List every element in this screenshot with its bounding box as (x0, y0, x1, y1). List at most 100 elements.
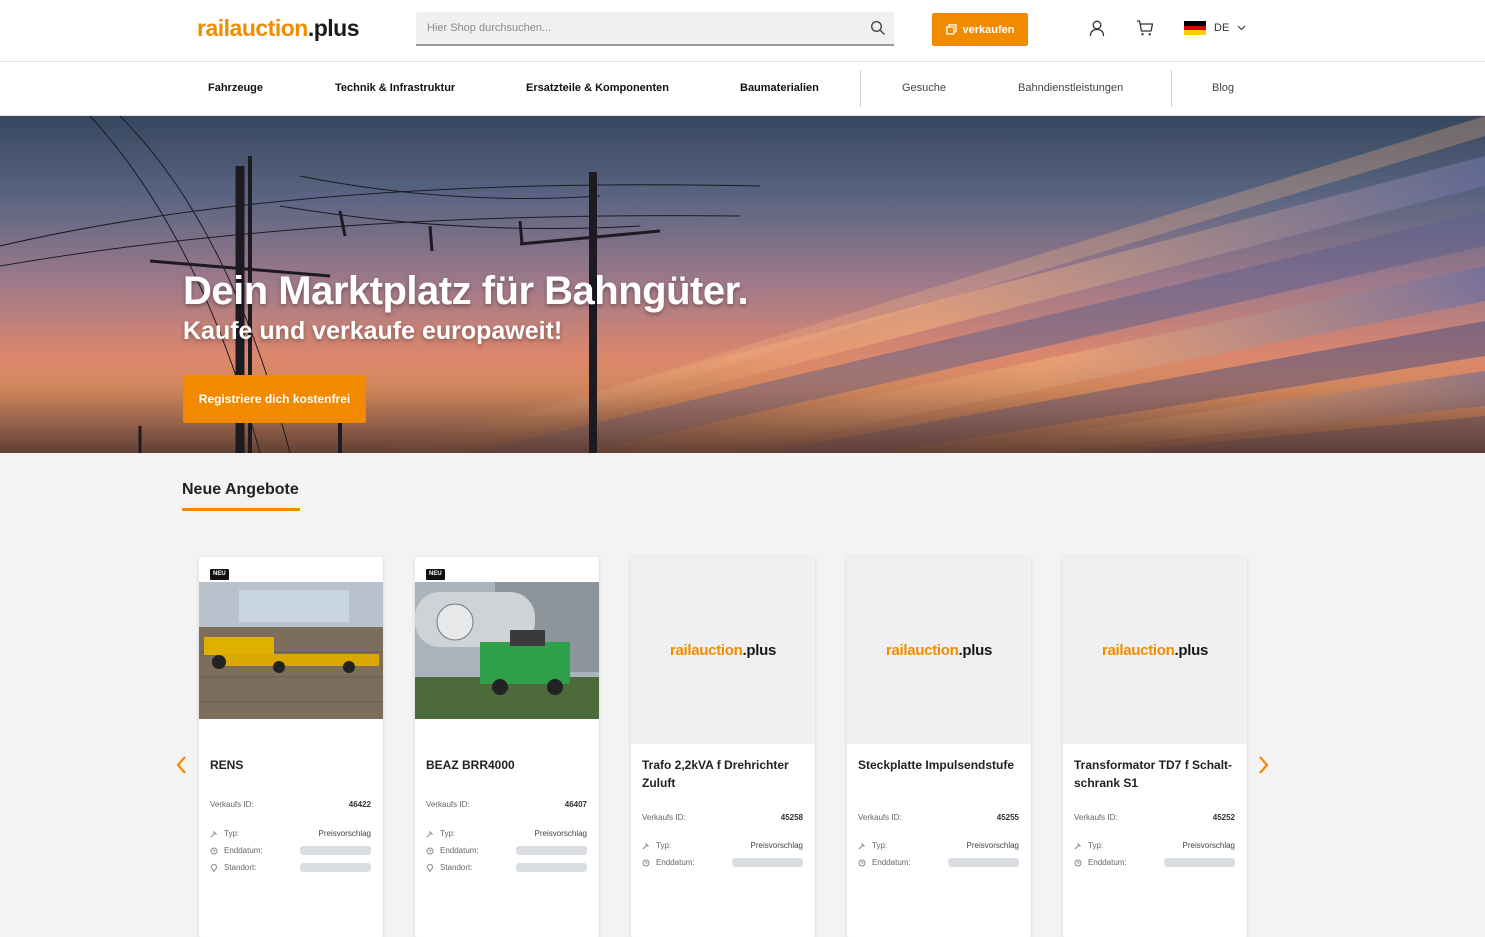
offer-id-label: Verkaufs ID: (858, 813, 902, 822)
offer-type-row: Typ: Preisvorschlag (642, 841, 803, 850)
search-input[interactable] (416, 12, 846, 44)
copy-icon (945, 24, 957, 35)
search-icon[interactable] (870, 20, 886, 36)
offer-image-placeholder: railauction.plus (1063, 557, 1247, 744)
search-bar (416, 12, 894, 46)
offer-title: Steckplatte Impulsendstufe (858, 758, 1015, 772)
offer-location-row: Standort: (210, 863, 371, 872)
new-badge: NEU (210, 569, 229, 580)
carousel-next-arrow-icon[interactable] (1257, 754, 1271, 776)
offer-title: Transformator TD7 f Schalt-schrank S1 (1074, 758, 1233, 790)
section-title-underline (182, 508, 300, 511)
nav-item-gesuche[interactable]: Gesuche (902, 82, 946, 94)
placeholder-logo: railauction.plus (669, 642, 777, 659)
carousel-prev-arrow-icon[interactable] (174, 754, 188, 776)
cart-icon[interactable] (1136, 19, 1154, 37)
offer-location-label: Standort: (440, 863, 473, 872)
offer-enddate-row: Enddatum: (642, 858, 803, 867)
sell-button[interactable]: verkaufen (932, 13, 1028, 46)
placeholder-logo: railauction.plus (885, 642, 993, 659)
offer-enddate-label: Enddatum: (872, 858, 911, 867)
logo-text-primary: railauction (197, 15, 308, 41)
offer-enddate-row: Enddatum: (1074, 858, 1235, 867)
offer-id-value: 45252 (1212, 813, 1235, 822)
offer-enddate-label: Enddatum: (1088, 858, 1127, 867)
offer-title: Trafo 2,2kVA f Drehrichter Zuluft (642, 758, 789, 790)
clock-icon (642, 859, 650, 866)
offer-id-value: 46422 (348, 800, 371, 809)
offer-card[interactable]: railauction.plus Trafo 2,2kVA f Drehrich… (631, 557, 815, 937)
hero-title: Dein Marktplatz für Bahngüter. (183, 269, 749, 313)
logo-text-suffix: .plus (307, 15, 360, 41)
offer-type-value: Preisvorschlag (1182, 841, 1235, 850)
user-icon[interactable] (1088, 19, 1106, 37)
offer-type-value: Preisvorschlag (318, 829, 371, 838)
offer-type-row: Typ: Preisvorschlag (1074, 841, 1235, 850)
offer-card[interactable]: railauction.plus Steckplatte Impulsendst… (847, 557, 1031, 937)
offer-id-row: Verkaufs ID: 45255 (858, 813, 1019, 822)
offer-enddate-label: Enddatum: (224, 846, 263, 855)
offer-type-value: Preisvorschlag (534, 829, 587, 838)
language-selector[interactable]: DE (1184, 21, 1246, 36)
offer-enddate-row: Enddatum: (858, 858, 1019, 867)
offer-id-row: Verkaufs ID: 46407 (426, 800, 587, 809)
offer-type-row: Typ: Preisvorschlag (210, 829, 371, 838)
offer-type-value: Preisvorschlag (966, 841, 1019, 850)
location-placeholder (516, 863, 587, 872)
main-navigation: Fahrzeuge Technik & Infrastruktur Ersatz… (0, 62, 1485, 116)
offer-type-label: Typ: (656, 841, 672, 850)
offer-id-label: Verkaufs ID: (426, 800, 470, 809)
location-placeholder (300, 863, 371, 872)
offer-id-label: Verkaufs ID: (1074, 813, 1118, 822)
offer-enddate-label: Enddatum: (656, 858, 695, 867)
offer-card[interactable]: NEU BEAZ BRR4000 Verkaufs ID: 46407 Typ: P… (415, 557, 599, 937)
gavel-icon (642, 842, 649, 849)
clock-icon (858, 859, 866, 866)
offer-image-placeholder: railauction.plus (631, 557, 815, 744)
chevron-down-icon (1237, 25, 1246, 31)
offer-enddate-row: Enddatum: (210, 846, 371, 855)
offer-title: BEAZ BRR4000 (426, 758, 515, 772)
offer-image (199, 582, 383, 719)
nav-divider (1171, 70, 1172, 107)
clock-icon (210, 847, 218, 854)
offer-enddate-row: Enddatum: (426, 846, 587, 855)
site-logo[interactable]: railauction.plus (197, 15, 359, 42)
enddate-placeholder (300, 846, 371, 855)
offer-title: RENS (210, 758, 244, 772)
nav-divider (860, 70, 861, 107)
nav-item-bahndienstleistungen[interactable]: Bahndienstleistungen (1018, 82, 1123, 94)
clock-icon (426, 847, 434, 854)
offer-type-label: Typ: (872, 841, 888, 850)
placeholder-logo: railauction.plus (1101, 642, 1209, 659)
enddate-placeholder (948, 858, 1019, 867)
offer-card[interactable]: NEU RENS Verkaufs ID: 46422 Typ: Preisvors… (199, 557, 383, 937)
nav-item-blog[interactable]: Blog (1212, 82, 1234, 94)
gavel-icon (210, 830, 217, 837)
offer-enddate-label: Enddatum: (440, 846, 479, 855)
location-pin-icon (426, 863, 434, 872)
register-button[interactable]: Registriere dich kostenfrei (183, 375, 366, 423)
offer-type-value: Preisvorschlag (750, 841, 803, 850)
hero-banner: Dein Marktplatz für Bahngüter. Kaufe und… (0, 116, 1485, 453)
new-badge: NEU (426, 569, 445, 580)
offer-id-label: Verkaufs ID: (642, 813, 686, 822)
offer-type-label: Typ: (1088, 841, 1104, 850)
offer-type-row: Typ: Preisvorschlag (858, 841, 1019, 850)
nav-item-fahrzeuge[interactable]: Fahrzeuge (208, 82, 263, 94)
offer-location-label: Standort: (224, 863, 257, 872)
hero-subtitle: Kaufe und verkaufe europaweit! (183, 317, 563, 345)
offer-image-placeholder: railauction.plus (847, 557, 1031, 744)
offer-location-row: Standort: (426, 863, 587, 872)
germany-flag-icon (1184, 21, 1206, 36)
gavel-icon (426, 830, 433, 837)
enddate-placeholder (732, 858, 803, 867)
nav-item-technik[interactable]: Technik & Infrastruktur (335, 82, 455, 94)
language-code: DE (1214, 22, 1230, 34)
offer-type-row: Typ: Preisvorschlag (426, 829, 587, 838)
nav-item-ersatzteile[interactable]: Ersatzteile & Komponenten (526, 82, 669, 94)
offer-card[interactable]: railauction.plus Transformator TD7 f Sch… (1063, 557, 1247, 937)
offer-image (415, 582, 599, 719)
section-title: Neue Angebote (182, 481, 299, 498)
nav-item-baumaterialien[interactable]: Baumaterialien (740, 82, 819, 94)
